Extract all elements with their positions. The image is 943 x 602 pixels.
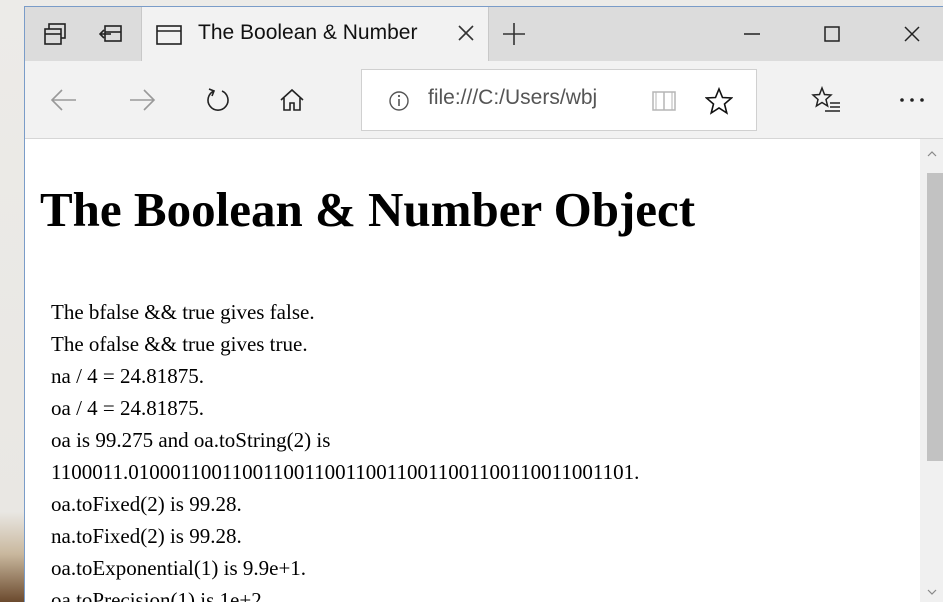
minimize-button[interactable] — [717, 7, 787, 61]
refresh-button[interactable] — [203, 85, 233, 115]
home-icon — [280, 88, 304, 111]
new-tab-icon[interactable] — [501, 21, 527, 47]
close-icon — [904, 26, 920, 42]
more-icon — [900, 98, 924, 102]
output-text: The bfalse && true gives false. The ofal… — [51, 296, 639, 602]
title-bar: The Boolean & Number — [25, 7, 943, 61]
tab-actions-button[interactable] — [27, 7, 83, 61]
set-aside-tabs-button[interactable] — [83, 7, 139, 61]
output-line: na / 4 = 24.81875. — [51, 364, 204, 388]
output-line: oa.toExponential(1) is 9.9e+1. — [51, 556, 307, 580]
forward-arrow-icon — [130, 89, 156, 111]
info-icon[interactable] — [388, 90, 410, 112]
refresh-icon — [207, 88, 229, 111]
close-window-button[interactable] — [877, 7, 943, 61]
page-title: The Boolean & Number Object — [40, 182, 696, 237]
address-bar[interactable]: file:///C:/Users/wbj — [361, 69, 757, 131]
tab-title: The Boolean & Number — [198, 21, 418, 44]
set-aside-icon — [99, 25, 122, 42]
output-line: 1100011.01000110011001100110011001100110… — [51, 460, 640, 484]
close-tab-icon[interactable] — [454, 21, 478, 45]
desktop-background — [0, 0, 24, 602]
page-content: The Boolean & Number Object The bfalse &… — [25, 139, 920, 602]
book-icon[interactable] — [651, 88, 677, 114]
output-line: The ofalse && true gives true. — [51, 332, 308, 356]
page-icon — [156, 25, 182, 45]
scroll-down-arrow-icon[interactable] — [920, 585, 943, 599]
output-line: na.toFixed(2) is 99.28. — [51, 524, 242, 548]
scrollbar-thumb[interactable] — [927, 173, 943, 461]
home-button[interactable] — [277, 85, 307, 115]
address-text[interactable]: file:///C:/Users/wbj — [428, 86, 648, 110]
minimize-icon — [744, 33, 760, 35]
forward-button[interactable] — [127, 85, 157, 115]
output-line: oa / 4 = 24.81875. — [51, 396, 204, 420]
output-line: oa.toFixed(2) is 99.28. — [51, 492, 242, 516]
back-arrow-icon — [50, 89, 76, 111]
vertical-scrollbar[interactable] — [920, 139, 943, 602]
output-line: oa is 99.275 and oa.toString(2) is — [51, 428, 331, 452]
browser-window: The Boolean & Number file:///C:/Users/wb… — [24, 6, 943, 602]
output-line: The bfalse && true gives false. — [51, 300, 315, 324]
output-line: oa.toPrecision(1) is 1e+2. — [51, 588, 267, 602]
scroll-up-arrow-icon[interactable] — [920, 147, 943, 161]
tab-active[interactable]: The Boolean & Number — [141, 7, 489, 61]
favorites-hub-button[interactable] — [811, 85, 841, 115]
more-button[interactable] — [897, 85, 927, 115]
maximize-button[interactable] — [797, 7, 867, 61]
maximize-icon — [824, 26, 840, 42]
tab-actions-icon — [44, 23, 66, 45]
navigation-bar: file:///C:/Users/wbj — [25, 61, 943, 139]
back-button[interactable] — [49, 85, 79, 115]
star-icon[interactable] — [705, 87, 733, 115]
favorites-icon — [811, 86, 840, 112]
